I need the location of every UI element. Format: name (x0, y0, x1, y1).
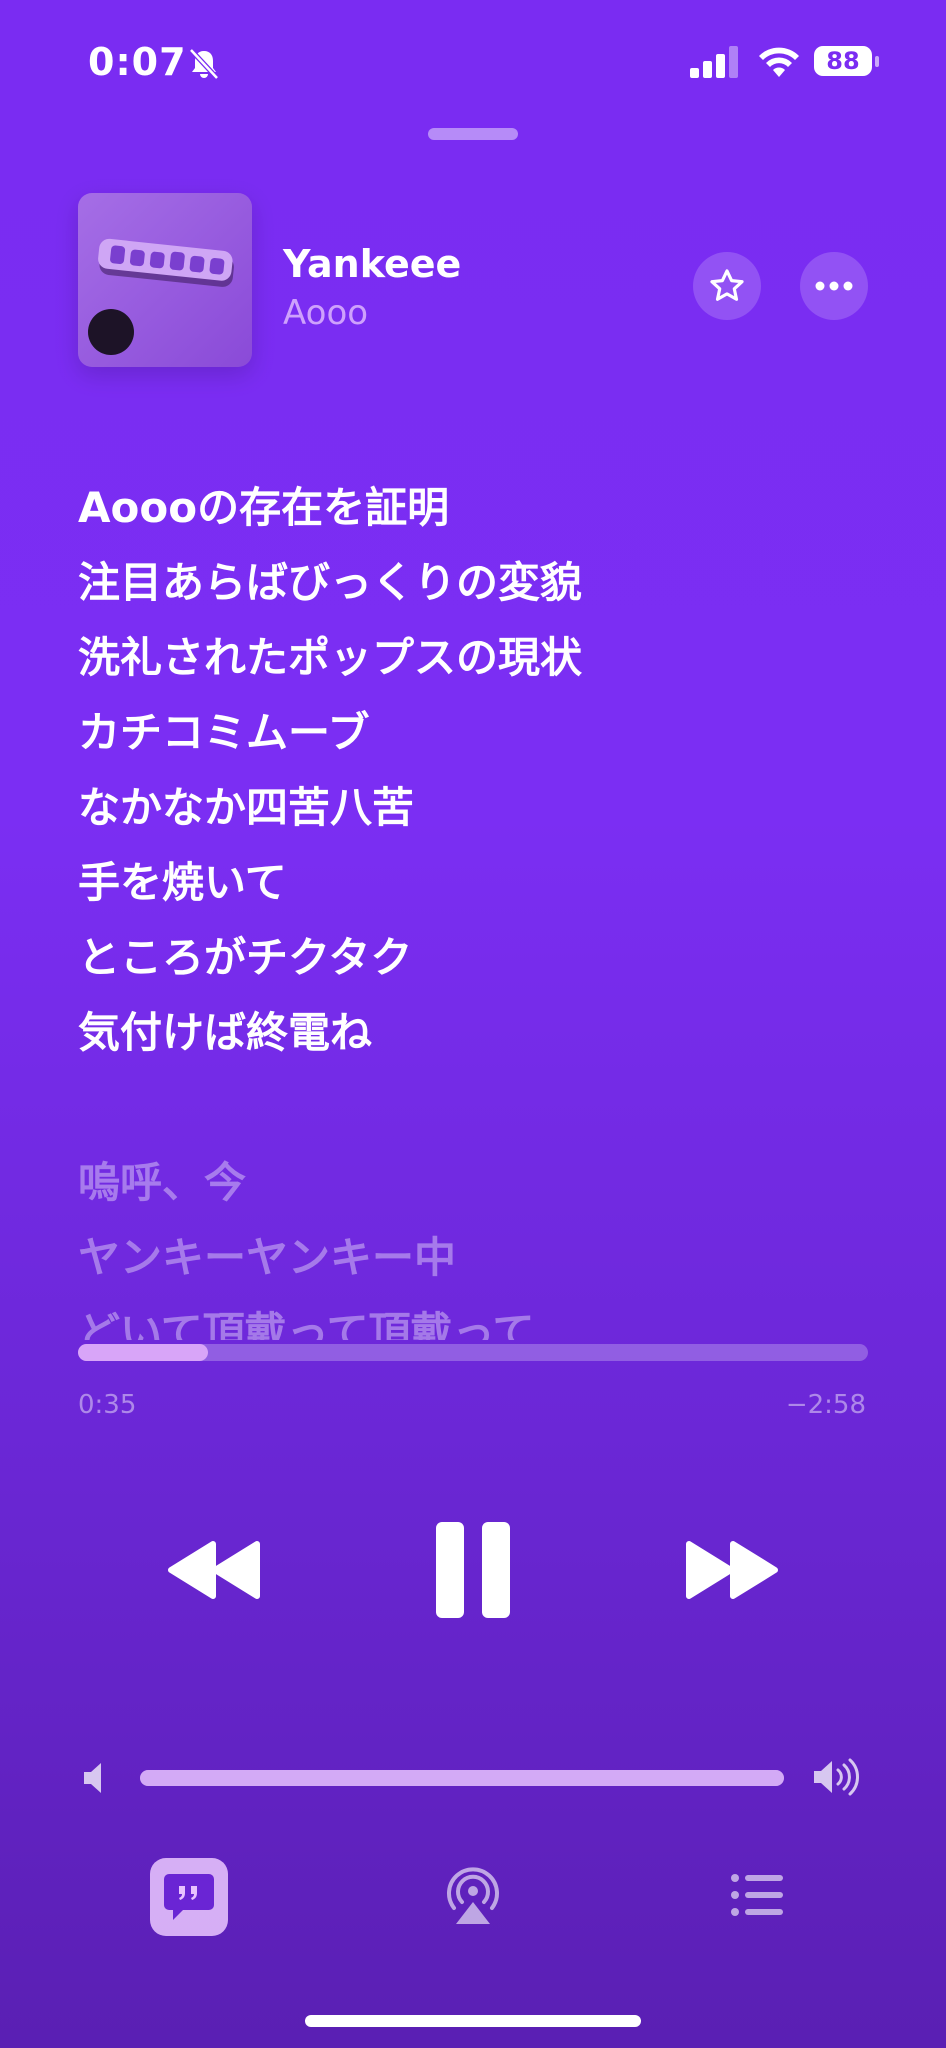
volume-level-fill (140, 1770, 784, 1786)
queue-list-icon[interactable] (730, 1872, 784, 1918)
lyric-line[interactable]: 注目あらばびっくりの変貌 (78, 545, 878, 620)
volume-slider[interactable] (140, 1770, 784, 1786)
lyric-line[interactable]: Aoooの存在を証明 (78, 470, 878, 545)
lyric-line[interactable]: ところがチクタク (78, 920, 878, 995)
playback-progress-fill (78, 1344, 209, 1361)
lyrics-list: Aoooの存在を証明 注目あらばびっくりの変貌 洗礼されたポップスの現状 カチコ… (78, 470, 878, 1340)
fast-forward-icon (686, 1541, 778, 1599)
lyric-line[interactable]: 嗚呼、今 (78, 1145, 878, 1220)
lyrics-toggle-button[interactable] (150, 1858, 228, 1936)
lyric-line[interactable]: 洗礼されたポップスの現状 (78, 620, 878, 695)
lyric-line[interactable]: 手を焼いて (78, 845, 878, 920)
speaker-high-icon (814, 1758, 860, 1796)
pause-button[interactable] (428, 1515, 518, 1625)
rewind-icon (168, 1541, 260, 1599)
airplay-icon[interactable] (440, 1862, 506, 1928)
home-indicator[interactable] (305, 2015, 641, 2027)
lyric-line[interactable]: なかなか四苦八苦 (78, 770, 878, 845)
playback-scrubber[interactable] (78, 1344, 868, 1361)
fast-forward-button[interactable] (676, 1530, 786, 1610)
lyrics-viewport[interactable]: Aoooの存在を証明 注目あらばびっくりの変貌 洗礼されたポップスの現状 カチコ… (0, 0, 946, 1340)
rewind-button[interactable] (160, 1530, 270, 1610)
lyric-line[interactable]: どいて頂戴って頂戴って (78, 1295, 878, 1340)
lyrics-icon (164, 1874, 214, 1920)
lyric-line[interactable]: カチコミムーブ (78, 695, 878, 770)
lyric-line[interactable]: ヤンキーヤンキー中 (78, 1220, 878, 1295)
lyric-line[interactable]: 気付けば終電ね (78, 995, 878, 1070)
remaining-time: −2:58 (785, 1390, 866, 1420)
speaker-low-icon (84, 1763, 101, 1793)
elapsed-time: 0:35 (78, 1390, 137, 1420)
pause-icon (436, 1522, 510, 1618)
